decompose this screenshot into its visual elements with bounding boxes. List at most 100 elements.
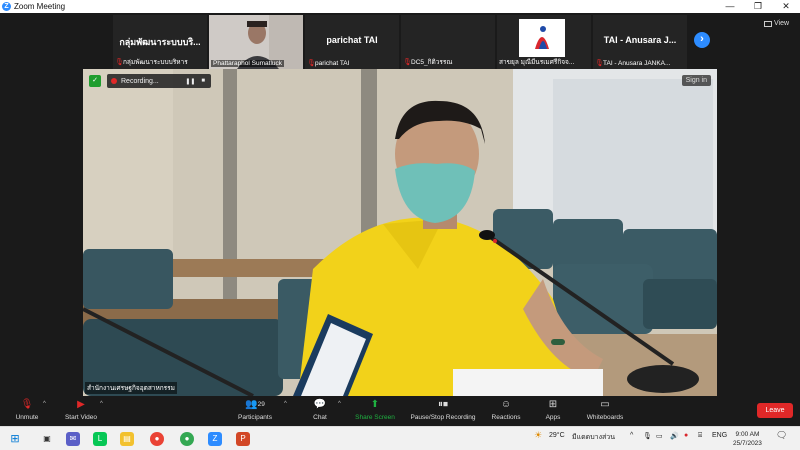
teams-app-icon[interactable]: ✉ bbox=[66, 432, 80, 446]
apps-label: Apps bbox=[545, 414, 561, 421]
start-menu-icon[interactable]: ⊞ bbox=[8, 432, 22, 446]
start-video-label: Start Video bbox=[64, 414, 98, 421]
chat-button[interactable]: 💬 Chat bbox=[306, 398, 334, 421]
participant-name: กลุ่มพัฒนาระบบบริหาร bbox=[123, 59, 188, 66]
view-button[interactable]: View bbox=[764, 20, 789, 27]
windows-taskbar: ⊞ ▣ ✉ L ▤ ● ● Z P ☀ 29°C มีแดดบางส่วน ^ … bbox=[0, 426, 800, 450]
participant-tile[interactable]: 🎙 DC5_กิติวรรณ bbox=[401, 15, 495, 69]
participant-tile[interactable]: กลุ่มพัฒนาระบบบริ... 🎙 กลุ่มพัฒนาระบบบริ… bbox=[113, 15, 207, 69]
pause-stop-recording-button[interactable]: ⏸⏹ Pause/Stop Recording bbox=[406, 398, 480, 421]
tile-name-label: 🎙 parichat TAI bbox=[307, 60, 349, 67]
reactions-label: Reactions bbox=[491, 414, 521, 421]
stop-recording-button[interactable]: ■ bbox=[201, 78, 205, 85]
video-options-caret[interactable]: ^ bbox=[100, 401, 103, 407]
window-controls: — ❐ ✕ bbox=[716, 0, 800, 13]
tile-name-label: 🎙 DC5_กิติวรรณ bbox=[403, 57, 452, 67]
tile-display-name: กลุ่มพัฒนาระบบบริ... bbox=[119, 37, 201, 47]
participant-tile[interactable]: Phattaraphol Sumatluck bbox=[209, 15, 303, 69]
meeting-toolbar: 🎙 Unmute ^ ▶ Start Video ^ 👥29 Participa… bbox=[0, 396, 800, 426]
network-icon[interactable]: ⌸ bbox=[698, 432, 702, 440]
participant-name: Phattaraphol Sumatluck bbox=[213, 60, 283, 67]
participants-button[interactable]: 👥29 Participants bbox=[232, 398, 278, 421]
clock-date: 25/7/2023 bbox=[733, 440, 762, 447]
pause-stop-icon: ⏸⏹ bbox=[438, 399, 448, 410]
system-clock[interactable]: 9:00 AM 25/7/2023 bbox=[733, 430, 762, 448]
chat-options-caret[interactable]: ^ bbox=[338, 401, 341, 407]
weather-temp[interactable]: 29°C bbox=[549, 432, 565, 439]
zoom-app-icon[interactable]: Z bbox=[208, 432, 222, 446]
active-speaker-video: ✓ Recording... ❚❚ ■ Sign in สำนักงานเศรษ… bbox=[83, 69, 717, 396]
view-label: View bbox=[774, 20, 790, 27]
speaker-icon[interactable]: 🔊 bbox=[670, 432, 679, 440]
title-bar: Z Zoom Meeting — ❐ ✕ bbox=[0, 0, 800, 13]
maximize-button[interactable]: ❐ bbox=[744, 0, 772, 13]
pause-recording-button[interactable]: ❚❚ bbox=[185, 78, 195, 85]
share-screen-icon: ⬆ bbox=[370, 399, 380, 410]
tile-name-label: สาขยุล มุณีมีนรเมศรีกิจจ... bbox=[499, 57, 574, 67]
video-off-icon: ▶ bbox=[77, 399, 85, 410]
participant-name: parichat TAI bbox=[315, 60, 350, 67]
minimize-button[interactable]: — bbox=[716, 0, 744, 13]
share-screen-button[interactable]: ⬆ Share Screen bbox=[354, 398, 396, 421]
tile-name-label: 🎙 TAI - Anusara JANKA... bbox=[595, 60, 670, 67]
chat-bubble-icon: 💬 bbox=[313, 399, 327, 410]
next-page-button[interactable]: › bbox=[694, 32, 710, 48]
smiley-plus-icon: ☺ bbox=[500, 399, 512, 410]
participant-tile[interactable]: สาขยุล มุณีมีนรเมศรีกิจจ... bbox=[497, 15, 591, 69]
mic-muted-icon: 🎙 bbox=[595, 60, 604, 67]
weather-sun-icon: ☀ bbox=[534, 430, 543, 440]
close-button[interactable]: ✕ bbox=[772, 0, 800, 13]
grid-view-icon bbox=[764, 20, 772, 27]
participants-icon: 👥29 bbox=[245, 399, 265, 410]
pause-stop-recording-label: Pause/Stop Recording bbox=[410, 414, 476, 421]
start-video-button[interactable]: ▶ Start Video bbox=[62, 398, 100, 421]
recording-controls: ❚❚ ■ bbox=[185, 78, 205, 85]
sign-in-button[interactable]: Sign in bbox=[681, 75, 711, 86]
apps-grid-icon: ⊞ bbox=[548, 399, 558, 410]
language-indicator[interactable]: ENG bbox=[712, 432, 727, 439]
encryption-shield-icon[interactable]: ✓ bbox=[89, 75, 101, 87]
notifications-icon[interactable]: 🗨 bbox=[776, 430, 787, 441]
chrome-icon[interactable]: ● bbox=[150, 432, 164, 446]
show-hidden-icons-icon[interactable]: ^ bbox=[630, 432, 633, 439]
participant-count: 29 bbox=[257, 401, 265, 408]
mic-muted-icon: 🎙 bbox=[307, 60, 316, 67]
unmute-label: Unmute bbox=[15, 414, 39, 421]
audio-options-caret[interactable]: ^ bbox=[43, 401, 46, 407]
recording-dot-icon bbox=[111, 78, 117, 84]
zoom-logo-icon: Z bbox=[2, 2, 11, 11]
tile-display-name: parichat TAI bbox=[326, 35, 378, 45]
chat-label: Chat bbox=[313, 414, 327, 421]
window-title: Zoom Meeting bbox=[14, 2, 66, 11]
whiteboards-button[interactable]: ▭ Whiteboards bbox=[582, 398, 628, 421]
reactions-button[interactable]: ☺ Reactions bbox=[488, 398, 524, 421]
tile-display-name: TAI - Anusara J... bbox=[603, 35, 677, 45]
participants-label: Participants bbox=[238, 414, 272, 421]
line-app-icon[interactable]: L bbox=[93, 432, 107, 446]
weather-desc[interactable]: มีแดดบางส่วน bbox=[572, 432, 615, 443]
participant-name: TAI - Anusara JANKA... bbox=[603, 60, 671, 67]
mic-muted-icon: 🎙 bbox=[115, 58, 124, 66]
mic-muted-icon: 🎙 bbox=[403, 58, 412, 66]
tile-name-label: Phattaraphol Sumatluck bbox=[211, 60, 285, 67]
participant-tile[interactable]: parichat TAI 🎙 parichat TAI bbox=[305, 15, 399, 69]
battery-icon[interactable]: ▭ bbox=[656, 432, 663, 440]
chrome-profile-icon[interactable]: ● bbox=[180, 432, 194, 446]
whiteboard-icon: ▭ bbox=[600, 399, 610, 410]
participant-name: DC5_กิติวรรณ bbox=[411, 59, 453, 66]
file-explorer-icon[interactable]: ▤ bbox=[120, 432, 134, 446]
powerpoint-icon[interactable]: P bbox=[236, 432, 250, 446]
task-view-icon[interactable]: ▣ bbox=[40, 432, 54, 446]
apps-button[interactable]: ⊞ Apps bbox=[540, 398, 566, 421]
participant-strip: กลุ่มพัฒนาระบบบริ... 🎙 กลุ่มพัฒนาระบบบริ… bbox=[0, 13, 800, 69]
participant-name: สาขยุล มุณีมีนรเมศรีกิจจ... bbox=[499, 59, 575, 66]
participants-options-caret[interactable]: ^ bbox=[284, 401, 287, 407]
participant-tile[interactable]: TAI - Anusara J... 🎙 TAI - Anusara JANKA… bbox=[593, 15, 687, 69]
recording-indicator: Recording... ❚❚ ■ bbox=[107, 74, 211, 88]
mic-tray-icon[interactable]: 🎙 bbox=[643, 432, 652, 440]
leave-button[interactable]: Leave bbox=[757, 403, 793, 418]
zoom-window: Z Zoom Meeting — ❐ ✕ กลุ่มพัฒนาระบบบริ..… bbox=[0, 0, 800, 450]
whiteboards-label: Whiteboards bbox=[586, 414, 624, 421]
antivirus-tray-icon[interactable]: ● bbox=[684, 432, 688, 439]
unmute-button[interactable]: 🎙 Unmute bbox=[12, 398, 42, 421]
